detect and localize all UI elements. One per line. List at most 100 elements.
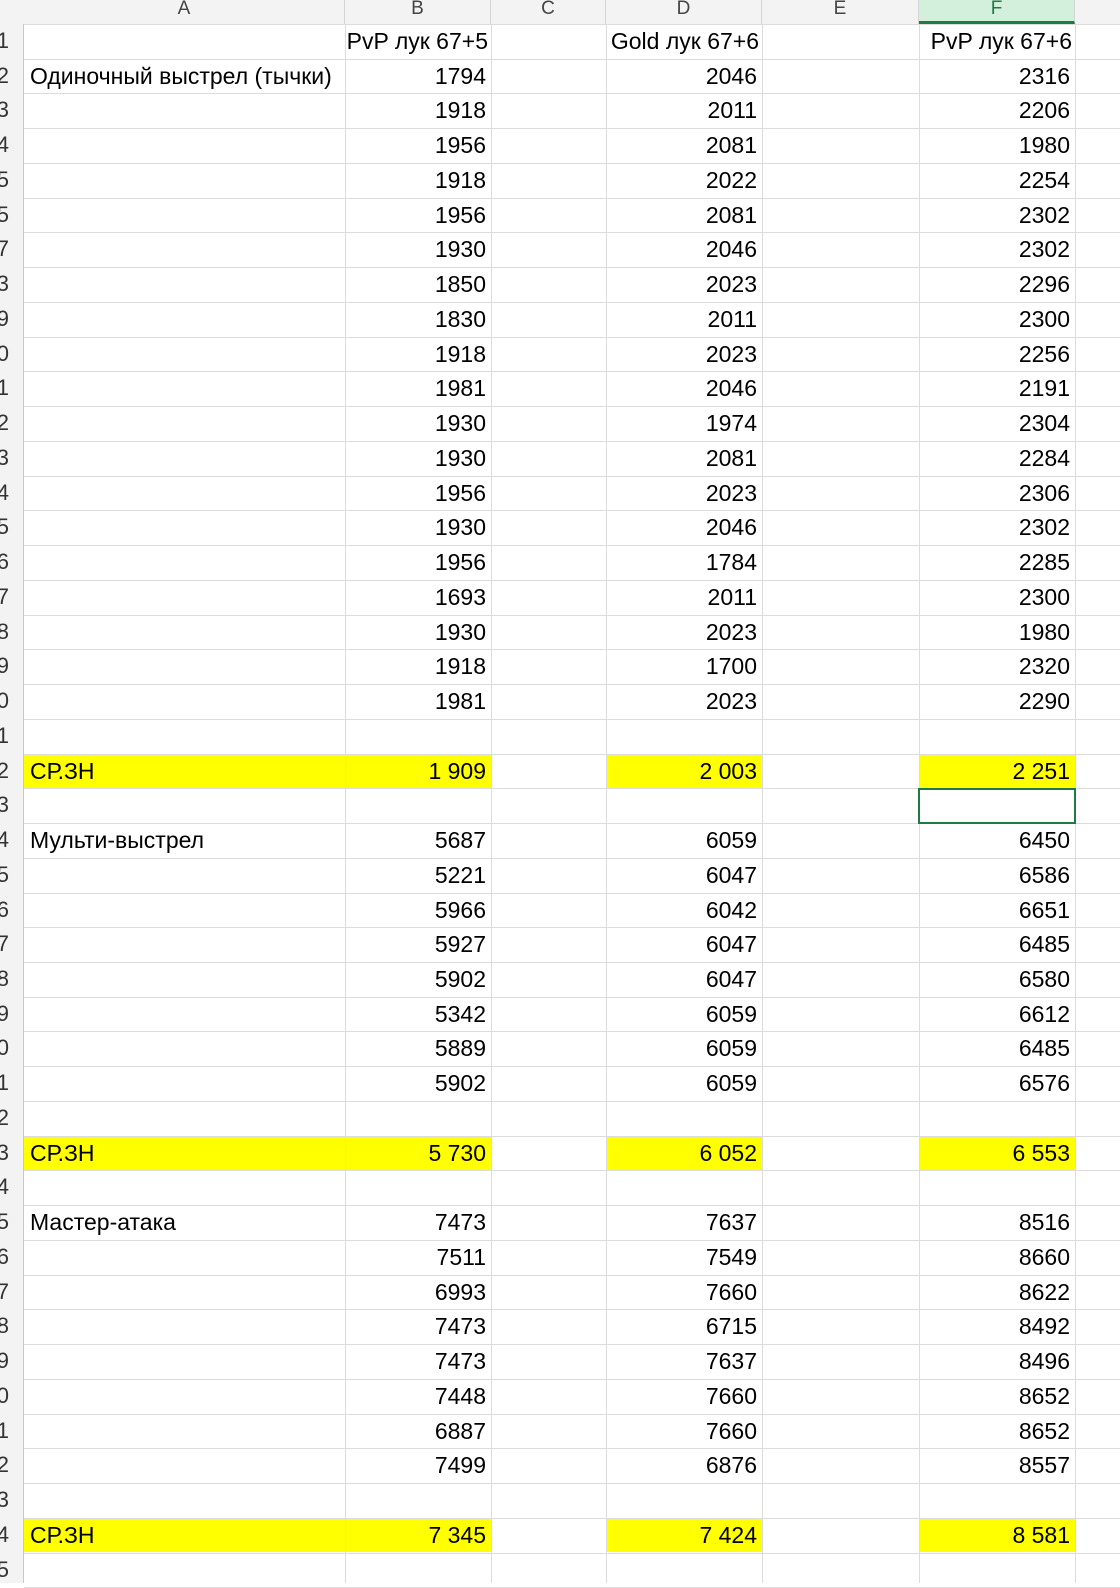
value-cell[interactable]: 6059 bbox=[606, 823, 762, 857]
row-header[interactable]: 6 bbox=[0, 893, 23, 927]
average-value[interactable]: 7 345 bbox=[345, 1518, 491, 1552]
value-cell[interactable]: 1956 bbox=[345, 476, 491, 510]
column-header-e[interactable]: E bbox=[762, 0, 919, 24]
row-header[interactable]: 6 bbox=[0, 1240, 23, 1274]
value-cell[interactable]: 2306 bbox=[919, 476, 1075, 510]
value-cell[interactable]: 2320 bbox=[919, 649, 1075, 683]
row-header[interactable]: 3 bbox=[0, 93, 23, 127]
column-header-b[interactable]: B bbox=[345, 0, 491, 24]
row-header[interactable]: 5 bbox=[0, 510, 23, 544]
row-header[interactable]: 2 bbox=[0, 1101, 23, 1135]
row-header[interactable]: 7 bbox=[0, 927, 23, 961]
row-header[interactable]: 2 bbox=[0, 1448, 23, 1482]
value-cell[interactable]: 2304 bbox=[919, 406, 1075, 440]
value-cell[interactable]: 6612 bbox=[919, 997, 1075, 1031]
value-cell[interactable]: 8516 bbox=[919, 1205, 1075, 1239]
value-cell[interactable]: 1974 bbox=[606, 406, 762, 440]
average-label[interactable]: СР.ЗН bbox=[24, 1136, 345, 1170]
row-header[interactable]: 8 bbox=[0, 962, 23, 996]
column-header-c[interactable]: C bbox=[491, 0, 606, 24]
value-cell[interactable]: 2022 bbox=[606, 163, 762, 197]
row-header[interactable]: 8 bbox=[0, 615, 23, 649]
value-cell[interactable]: 7549 bbox=[606, 1240, 762, 1274]
value-cell[interactable]: 6047 bbox=[606, 858, 762, 892]
row-header[interactable]: 5 bbox=[0, 858, 23, 892]
value-cell[interactable]: 2290 bbox=[919, 684, 1075, 718]
value-cell[interactable]: 1981 bbox=[345, 684, 491, 718]
value-cell[interactable]: 2302 bbox=[919, 232, 1075, 266]
value-cell[interactable]: 1918 bbox=[345, 649, 491, 683]
header-d[interactable]: Gold лук 67+6 bbox=[606, 24, 762, 58]
average-label[interactable]: СР.ЗН bbox=[24, 754, 345, 788]
value-cell[interactable]: 8557 bbox=[919, 1448, 1075, 1482]
value-cell[interactable]: 8660 bbox=[919, 1240, 1075, 1274]
value-cell[interactable]: 7660 bbox=[606, 1379, 762, 1413]
value-cell[interactable]: 7448 bbox=[345, 1379, 491, 1413]
row-header[interactable]: 8 bbox=[0, 1309, 23, 1343]
value-cell[interactable]: 1980 bbox=[919, 615, 1075, 649]
value-cell[interactable]: 6580 bbox=[919, 962, 1075, 996]
value-cell[interactable]: 5902 bbox=[345, 1066, 491, 1100]
value-cell[interactable]: 2081 bbox=[606, 128, 762, 162]
value-cell[interactable]: 6059 bbox=[606, 1066, 762, 1100]
value-cell[interactable]: 8622 bbox=[919, 1275, 1075, 1309]
value-cell[interactable]: 5966 bbox=[345, 893, 491, 927]
row-header[interactable]: 1 bbox=[0, 719, 23, 753]
row-header[interactable]: 1 bbox=[0, 24, 23, 58]
value-cell[interactable]: 5221 bbox=[345, 858, 491, 892]
average-value[interactable]: 2 251 bbox=[919, 754, 1075, 788]
value-cell[interactable]: 1930 bbox=[345, 615, 491, 649]
row-header[interactable]: 9 bbox=[0, 302, 23, 336]
value-cell[interactable]: 1784 bbox=[606, 545, 762, 579]
value-cell[interactable]: 2296 bbox=[919, 267, 1075, 301]
value-cell[interactable]: 2046 bbox=[606, 232, 762, 266]
value-cell[interactable]: 2206 bbox=[919, 93, 1075, 127]
row-header[interactable]: 9 bbox=[0, 649, 23, 683]
value-cell[interactable]: 1830 bbox=[345, 302, 491, 336]
value-cell[interactable]: 2285 bbox=[919, 545, 1075, 579]
row-header[interactable]: 3 bbox=[0, 441, 23, 475]
value-cell[interactable]: 2011 bbox=[606, 93, 762, 127]
value-cell[interactable]: 6485 bbox=[919, 1031, 1075, 1065]
value-cell[interactable]: 2023 bbox=[606, 615, 762, 649]
value-cell[interactable]: 7660 bbox=[606, 1414, 762, 1448]
value-cell[interactable]: 6047 bbox=[606, 962, 762, 996]
row-header[interactable]: 7 bbox=[0, 580, 23, 614]
row-header[interactable]: 3 bbox=[0, 267, 23, 301]
value-cell[interactable]: 1980 bbox=[919, 128, 1075, 162]
value-cell[interactable]: 1918 bbox=[345, 337, 491, 371]
section-label[interactable]: Мастер-атака bbox=[24, 1205, 345, 1239]
row-header[interactable]: 6 bbox=[0, 545, 23, 579]
value-cell[interactable]: 1850 bbox=[345, 267, 491, 301]
row-header[interactable]: 5 bbox=[0, 1553, 23, 1587]
value-cell[interactable]: 2023 bbox=[606, 476, 762, 510]
section-label[interactable]: Одиночный выстрел (тычки) bbox=[24, 59, 345, 93]
row-header[interactable]: 3 bbox=[0, 1483, 23, 1517]
value-cell[interactable]: 6576 bbox=[919, 1066, 1075, 1100]
value-cell[interactable]: 6059 bbox=[606, 997, 762, 1031]
column-header-d[interactable]: D bbox=[606, 0, 762, 24]
value-cell[interactable]: 6651 bbox=[919, 893, 1075, 927]
average-value[interactable]: 1 909 bbox=[345, 754, 491, 788]
value-cell[interactable]: 7473 bbox=[345, 1309, 491, 1343]
row-header[interactable]: 2 bbox=[0, 406, 23, 440]
row-header[interactable]: 0 bbox=[0, 1031, 23, 1065]
value-cell[interactable]: 7499 bbox=[345, 1448, 491, 1482]
value-cell[interactable]: 2081 bbox=[606, 441, 762, 475]
value-cell[interactable]: 7660 bbox=[606, 1275, 762, 1309]
value-cell[interactable]: 7637 bbox=[606, 1344, 762, 1378]
value-cell[interactable]: 1930 bbox=[345, 510, 491, 544]
value-cell[interactable]: 6059 bbox=[606, 1031, 762, 1065]
value-cell[interactable]: 6586 bbox=[919, 858, 1075, 892]
row-header[interactable]: 0 bbox=[0, 337, 23, 371]
row-header[interactable]: 0 bbox=[0, 1379, 23, 1413]
row-header[interactable]: 3 bbox=[0, 1136, 23, 1170]
value-cell[interactable]: 2081 bbox=[606, 198, 762, 232]
value-cell[interactable]: 2023 bbox=[606, 684, 762, 718]
average-value[interactable]: 6 052 bbox=[606, 1136, 762, 1170]
row-header[interactable]: 5 bbox=[0, 1205, 23, 1239]
row-header[interactable]: 9 bbox=[0, 1344, 23, 1378]
value-cell[interactable]: 2191 bbox=[919, 371, 1075, 405]
value-cell[interactable]: 2300 bbox=[919, 302, 1075, 336]
average-value[interactable]: 6 553 bbox=[919, 1136, 1075, 1170]
